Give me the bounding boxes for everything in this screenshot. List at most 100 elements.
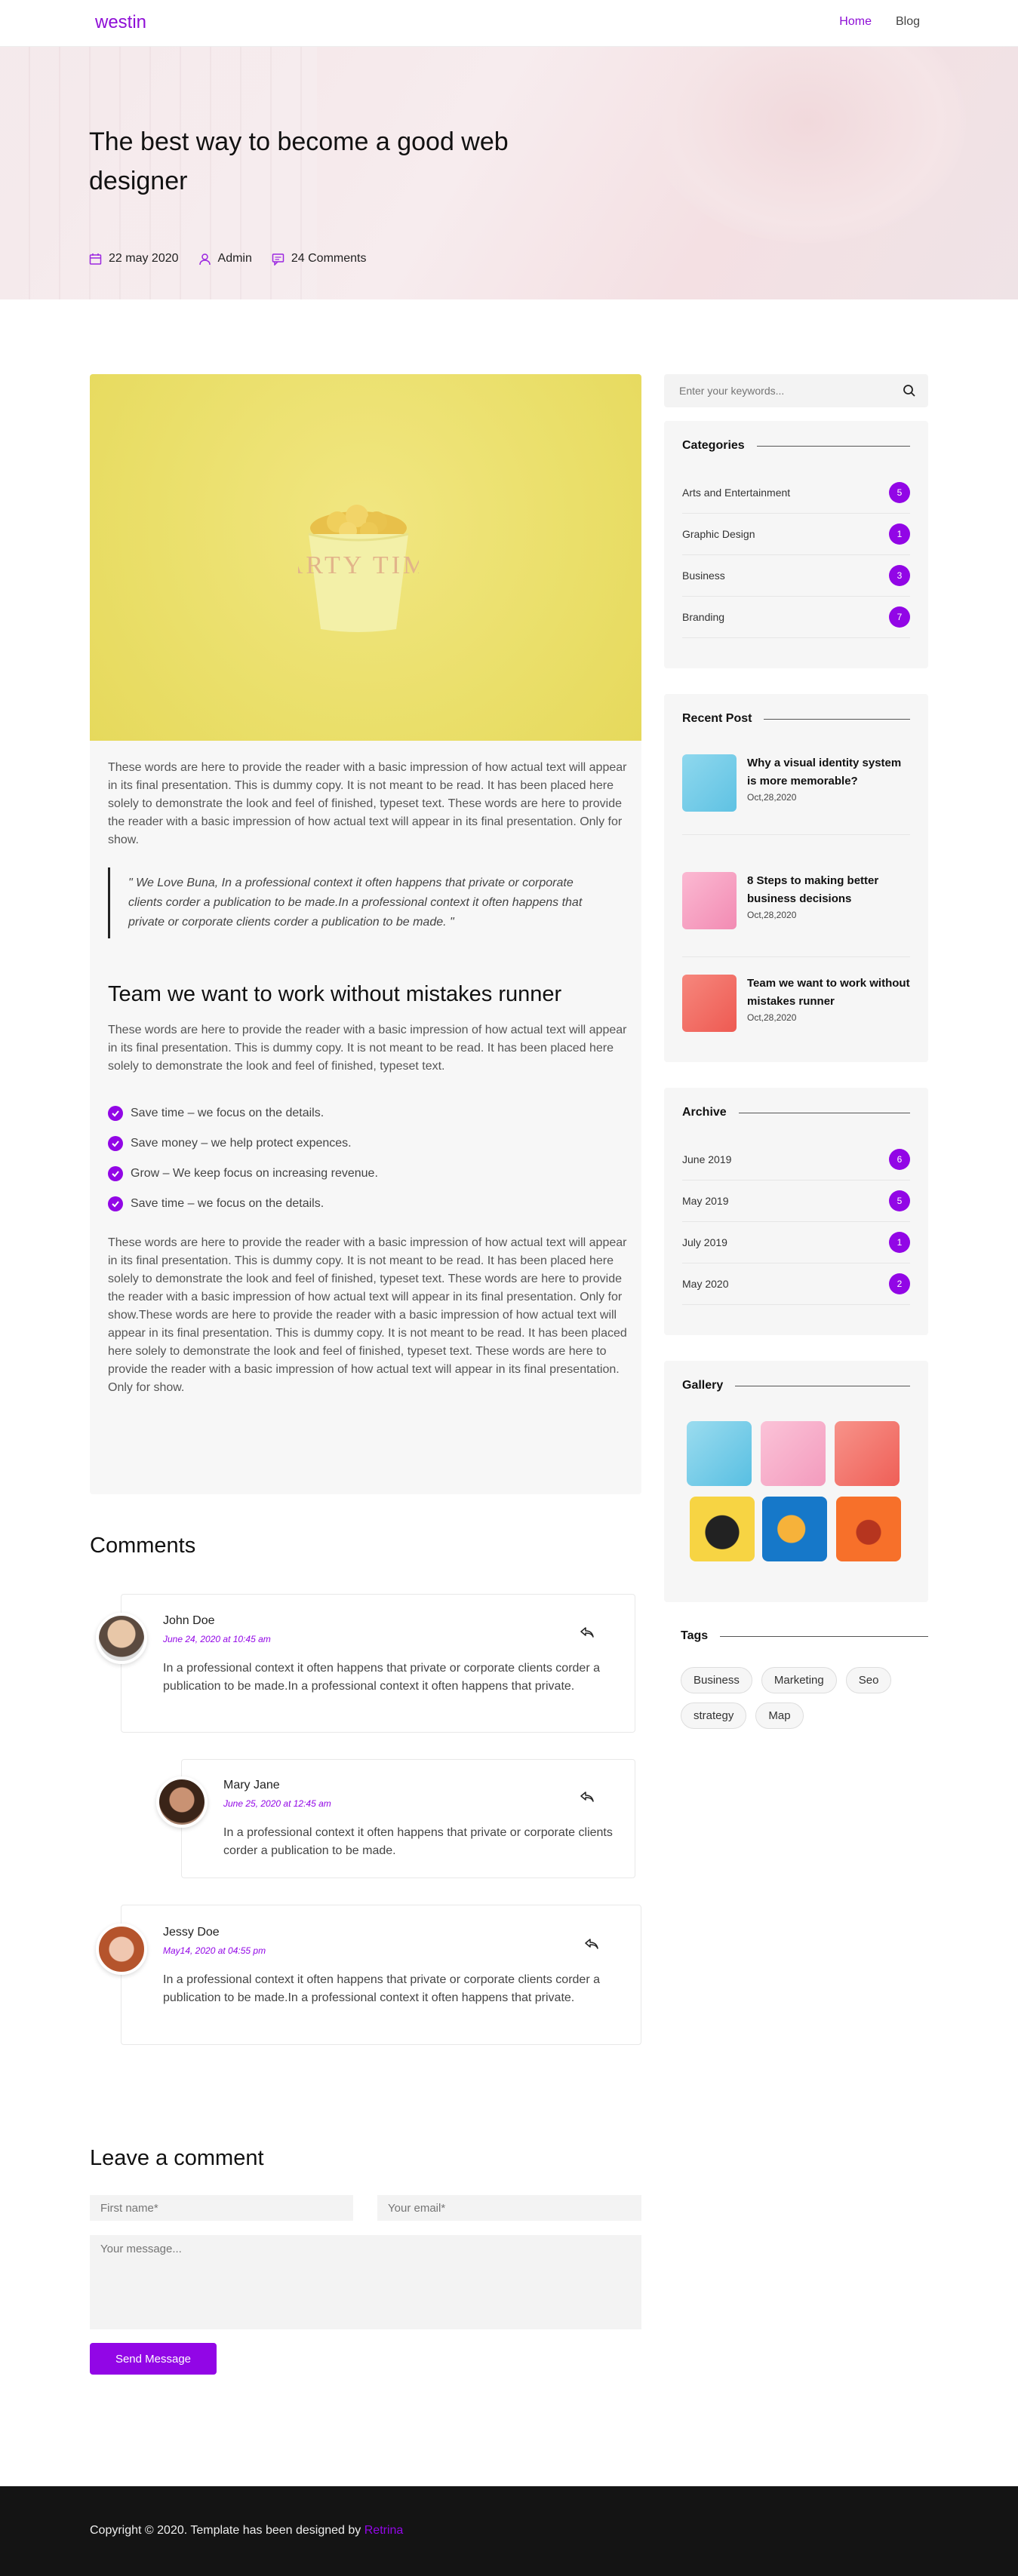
benefit-item: Save money – we help protect expences. [108, 1128, 629, 1159]
gallery-title-text: Gallery [682, 1379, 724, 1392]
category-label: Business [682, 570, 725, 582]
archive-label: June 2019 [682, 1153, 732, 1165]
reply-icon[interactable] [580, 1626, 595, 1638]
gallery-image[interactable] [762, 1497, 827, 1561]
gallery-image[interactable] [835, 1421, 900, 1486]
nav-link-home[interactable]: Home [839, 15, 872, 29]
comment-text: In a professional context it often happe… [163, 1973, 600, 2004]
recent-post-item[interactable]: Why a visual identity system is more mem… [682, 754, 910, 812]
comment-author: Jessy Doe [163, 1926, 220, 1939]
user-icon [198, 253, 211, 266]
benefit-list: Save time – we focus on the details. Sav… [108, 1098, 629, 1219]
avatar [96, 1924, 147, 1975]
archive-count-badge: 1 [889, 1232, 910, 1253]
archive-title-text: Archive [682, 1106, 727, 1119]
archive-label: July 2019 [682, 1236, 727, 1248]
gallery-title: Gallery [682, 1379, 910, 1392]
footer-copyright: Copyright © 2020. Template has been desi… [90, 2524, 403, 2538]
tags-title: Tags [681, 1629, 928, 1643]
check-circle-icon [108, 1166, 123, 1181]
leave-comment-heading: Leave a comment [90, 2146, 264, 2170]
archive-title: Archive [682, 1106, 910, 1119]
category-label: Graphic Design [682, 528, 755, 540]
category-item[interactable]: Arts and Entertainment 5 [682, 472, 910, 514]
archive-widget: Archive June 2019 6 May 2019 5 July 2019 1 … [664, 1088, 928, 1335]
category-count-badge: 7 [889, 606, 910, 628]
comment-text: In a professional context it often happe… [163, 1662, 600, 1693]
article-quote: " We Love Buna, In a professional contex… [108, 867, 610, 938]
post-comments-count[interactable]: 24 Comments [272, 252, 366, 266]
comment-date: June 25, 2020 at 12:45 am [223, 1798, 331, 1809]
categories-title-text: Categories [682, 439, 745, 452]
tag-map[interactable]: Map [755, 1702, 804, 1729]
article-paragraph-2: These words are here to provide the read… [108, 1024, 627, 1073]
archive-count-badge: 2 [889, 1273, 910, 1294]
archive-item[interactable]: May 2019 5 [682, 1181, 910, 1222]
tag-marketing[interactable]: Marketing [761, 1667, 837, 1693]
email-field[interactable] [377, 2195, 641, 2221]
check-circle-icon [108, 1196, 123, 1211]
tag-strategy[interactable]: strategy [681, 1702, 747, 1729]
tag-cloud: Business Marketing Seo strategy Map [681, 1667, 930, 1729]
tag-seo[interactable]: Seo [845, 1667, 892, 1693]
recent-post-title[interactable]: Team we want to work without mistakes ru… [747, 975, 910, 1011]
recent-post-title[interactable]: 8 Steps to making better business decisi… [747, 872, 910, 908]
copyright-text: Copyright © 2020. Template has been desi… [90, 2524, 364, 2537]
gallery-image[interactable] [687, 1421, 752, 1486]
category-count-badge: 3 [889, 565, 910, 586]
title-divider [764, 718, 910, 720]
first-name-field[interactable] [90, 2195, 353, 2221]
category-item[interactable]: Branding 7 [682, 597, 910, 638]
send-message-button[interactable]: Send Message [90, 2343, 217, 2375]
archive-label: May 2020 [682, 1278, 729, 1290]
recent-post-title[interactable]: Why a visual identity system is more mem… [747, 754, 910, 791]
benefit-item: Save time – we focus on the details. [108, 1189, 629, 1219]
article-intro: These words are here to provide the read… [108, 761, 627, 846]
gallery-image[interactable] [690, 1497, 755, 1561]
post-date-text: 22 may 2020 [109, 252, 179, 265]
gallery-image[interactable] [761, 1421, 826, 1486]
post-author[interactable]: Admin [198, 252, 252, 266]
message-field[interactable] [90, 2235, 641, 2329]
recent-post-item[interactable]: 8 Steps to making better business decisi… [682, 872, 910, 929]
party-cup-illustration: PARTY TIME [298, 505, 419, 632]
recent-post-item[interactable]: Team we want to work without mistakes ru… [682, 975, 910, 1032]
designer-link[interactable]: Retrina [364, 2524, 404, 2537]
hero-banner: The best way to become a good web design… [0, 47, 1018, 299]
comment-icon [272, 253, 284, 266]
gallery-image[interactable] [836, 1497, 901, 1561]
category-item[interactable]: Graphic Design 1 [682, 514, 910, 555]
category-count-badge: 5 [889, 482, 910, 503]
divider [682, 834, 910, 835]
post-date: 22 may 2020 [89, 252, 179, 266]
benefit-text: Grow – We keep focus on increasing reven… [131, 1167, 378, 1180]
article-card: PARTY TIME These words are here to provi… [90, 374, 641, 1494]
category-item[interactable]: Business 3 [682, 555, 910, 597]
archive-item[interactable]: July 2019 1 [682, 1222, 910, 1263]
article-subheading: Team we want to work without mistakes ru… [108, 982, 562, 1006]
benefit-text: Save money – we help protect expences. [131, 1137, 352, 1150]
divider [682, 956, 910, 957]
comments-heading: Comments [90, 1534, 196, 1558]
benefit-item: Grow – We keep focus on increasing reven… [108, 1159, 629, 1189]
comment-date: June 24, 2020 at 10:45 am [163, 1634, 271, 1644]
reply-icon[interactable] [580, 1791, 595, 1803]
nav-link-blog[interactable]: Blog [896, 15, 920, 29]
search-input[interactable] [664, 374, 890, 407]
site-logo[interactable]: westin [95, 12, 146, 33]
recent-posts-title: Recent Post [682, 712, 910, 726]
gallery-widget: Gallery [664, 1361, 928, 1602]
tag-business[interactable]: Business [681, 1667, 752, 1693]
archive-item[interactable]: June 2019 6 [682, 1139, 910, 1181]
categories-title: Categories [682, 439, 910, 453]
recent-post-date: Oct,28,2020 [747, 792, 797, 803]
nav-links: Home Blog [839, 15, 920, 29]
avatar [156, 1776, 208, 1828]
avatar [96, 1613, 147, 1664]
archive-item[interactable]: May 2020 2 [682, 1263, 910, 1305]
archive-count-badge: 5 [889, 1190, 910, 1211]
tags-title-text: Tags [681, 1629, 709, 1642]
benefit-text: Save time – we focus on the details. [131, 1197, 324, 1210]
reply-icon[interactable] [584, 1938, 599, 1950]
search-icon[interactable] [903, 384, 916, 398]
